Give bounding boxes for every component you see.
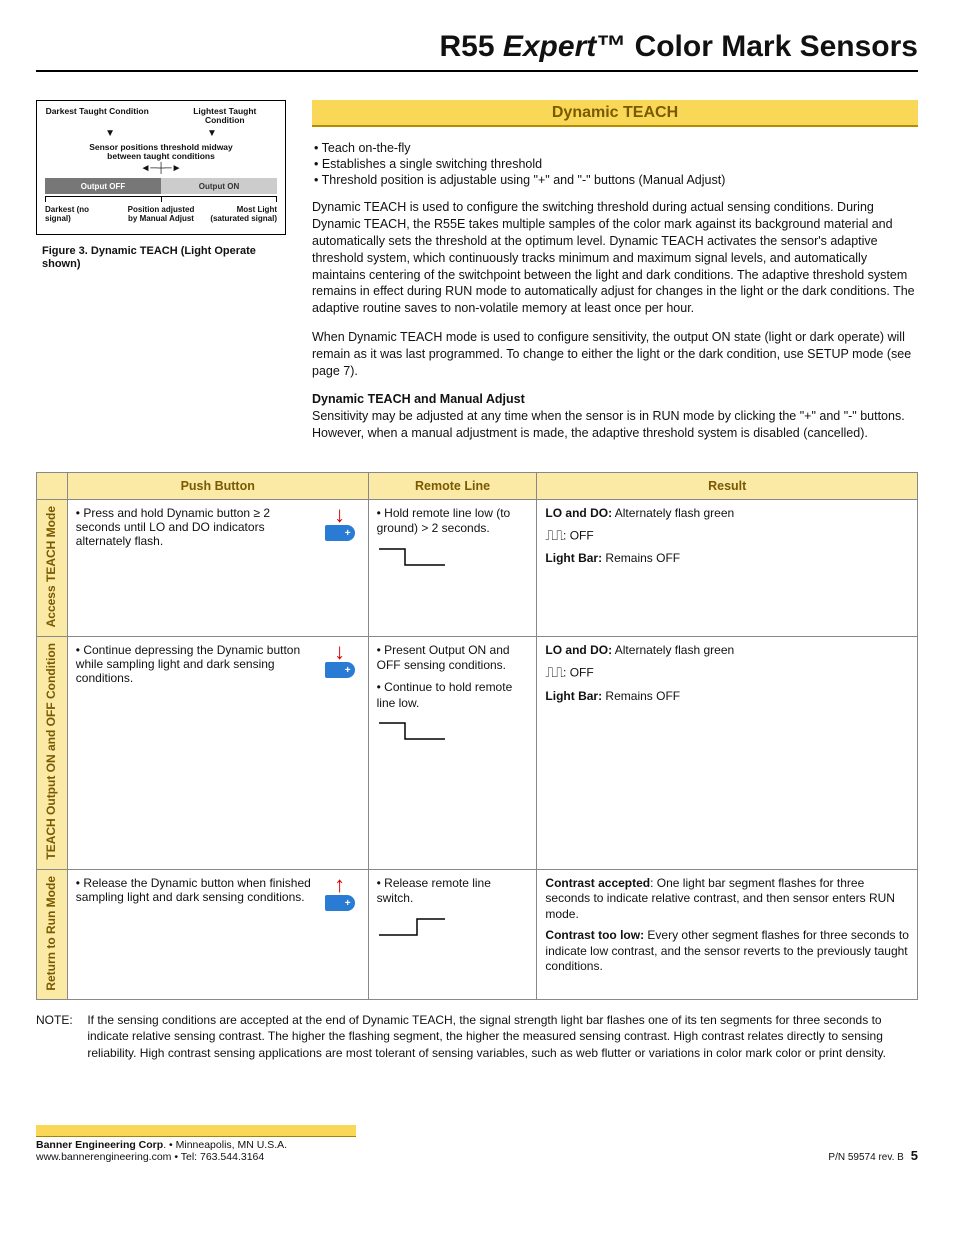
title-prefix: R55: [439, 30, 502, 63]
footer-location: . • Minneapolis, MN U.S.A.: [163, 1139, 287, 1151]
bullet-list: • Teach on-the-fly • Establishes a singl…: [314, 141, 918, 187]
table-corner: [37, 472, 68, 499]
r1-pulse-text: : OFF: [563, 528, 594, 542]
row-label-3: Return to Run Mode: [45, 876, 59, 991]
table-row: Return to Run Mode • Release the Dynamic…: [37, 869, 918, 1000]
note-block: NOTE: If the sensing conditions are acce…: [36, 1012, 918, 1061]
section-heading: Dynamic TEACH: [312, 100, 918, 127]
remote-text-1: • Hold remote line low (to ground) > 2 s…: [377, 506, 529, 537]
footer-page-number: 5: [911, 1148, 918, 1163]
r2-bar-text: Remains OFF: [602, 689, 680, 703]
fig-bot-left: Darkest (no signal): [45, 206, 115, 224]
r1-lodo-text: Alternately flash green: [612, 506, 734, 520]
paragraph-2: When Dynamic TEACH mode is used to confi…: [312, 329, 918, 380]
remote-text-2a: • Present Output ON and OFF sensing cond…: [377, 643, 529, 674]
col-result: Result: [537, 472, 918, 499]
push-text-2: • Continue depressing the Dynamic button…: [76, 643, 314, 685]
arrow-down-icon: ↓: [334, 506, 345, 524]
r3-b-label: Contrast too low:: [545, 928, 644, 942]
fig-top-left: Darkest Taught Condition: [45, 107, 149, 126]
remote-text-3: • Release remote line switch.: [377, 876, 529, 907]
figure-3: Darkest Taught Condition Lightest Taught…: [36, 100, 286, 454]
table-row: Access TEACH Mode • Press and hold Dynam…: [37, 499, 918, 636]
row-label-1: Access TEACH Mode: [45, 506, 59, 627]
remote-text-2b: • Continue to hold remote line low.: [377, 680, 529, 711]
remote-line-icon: [377, 717, 447, 745]
subheading: Dynamic TEACH and Manual Adjust: [312, 392, 918, 406]
r1-bar-label: Light Bar:: [545, 551, 602, 565]
dynamic-button-icon: +: [325, 662, 355, 678]
fig-top-right: Lightest Taught Condition: [173, 107, 277, 126]
pulse-icon: ⎍⎍: [545, 664, 563, 682]
bullet-2: • Establishes a single switching thresho…: [314, 157, 918, 171]
r2-pulse-text: : OFF: [563, 666, 594, 680]
note-text: If the sensing conditions are accepted a…: [87, 1012, 917, 1061]
fig-bot-right: Most Light (saturated signal): [207, 206, 277, 224]
paragraph-1: Dynamic TEACH is used to configure the s…: [312, 199, 918, 317]
row-label-2: TEACH Output ON and OFF Condition: [45, 643, 59, 860]
col-remote-line: Remote Line: [368, 472, 537, 499]
dynamic-button-icon: +: [325, 895, 355, 911]
dynamic-button-icon: +: [325, 525, 355, 541]
r2-bar-label: Light Bar:: [545, 689, 602, 703]
remote-line-icon: [377, 543, 447, 571]
table-row: TEACH Output ON and OFF Condition • Cont…: [37, 636, 918, 869]
r1-bar-text: Remains OFF: [602, 551, 680, 565]
arrow-down-icon: ↓: [334, 643, 345, 661]
footer-contact: www.bannerengineering.com • Tel: 763.544…: [36, 1151, 356, 1163]
title-suffix: ™ Color Mark Sensors: [596, 30, 918, 63]
figure-caption: Figure 3. Dynamic TEACH (Light Operate s…: [36, 245, 286, 271]
bullet-3: • Threshold position is adjustable using…: [314, 173, 918, 187]
col-push-button: Push Button: [67, 472, 368, 499]
fig-mid-text: Sensor positions threshold midway betwee…: [80, 143, 242, 162]
page-footer: Banner Engineering Corp. • Minneapolis, …: [36, 1121, 918, 1163]
note-label: NOTE:: [36, 1012, 84, 1028]
pulse-icon: ⎍⎍: [545, 527, 563, 545]
page-header: R55 Expert™ Color Mark Sensors: [36, 30, 918, 72]
bullet-1: • Teach on-the-fly: [314, 141, 918, 155]
title-italic: Expert: [503, 30, 596, 63]
r1-lodo-label: LO and DO:: [545, 506, 612, 520]
paragraph-3: Sensitivity may be adjusted at any time …: [312, 408, 918, 442]
push-text-3: • Release the Dynamic button when finish…: [76, 876, 314, 904]
fig-output-off: Output OFF: [45, 178, 161, 194]
footer-company: Banner Engineering Corp: [36, 1139, 163, 1151]
push-text-1: • Press and hold Dynamic button ≥ 2 seco…: [76, 506, 314, 548]
r2-lodo-text: Alternately flash green: [612, 643, 734, 657]
fig-output-on: Output ON: [161, 178, 277, 194]
r3-a-label: Contrast accepted: [545, 876, 650, 890]
arrow-up-icon: ↑: [334, 876, 345, 894]
remote-line-icon: [377, 913, 447, 941]
footer-part-number: P/N 59574 rev. B: [828, 1152, 903, 1163]
procedure-table: Push Button Remote Line Result Access TE…: [36, 472, 918, 1001]
r2-lodo-label: LO and DO:: [545, 643, 612, 657]
fig-bot-mid: Position adjusted by Manual Adjust: [126, 206, 196, 224]
